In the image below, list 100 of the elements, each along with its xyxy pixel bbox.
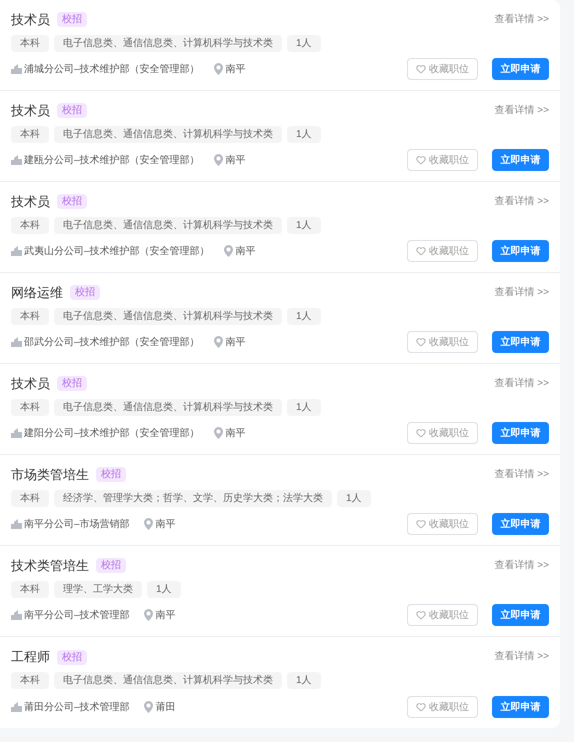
apply-button[interactable]: 立即申请 [492, 240, 549, 262]
requirement-tag: 1人 [287, 34, 321, 52]
view-details-link[interactable]: 查看详情 >> [494, 12, 549, 27]
building-icon [11, 337, 22, 348]
building-icon [11, 610, 22, 620]
requirement-tag: 本科 [11, 34, 49, 52]
department-text: 南平分公司–市场营销部 [24, 518, 130, 532]
building-icon [11, 702, 22, 712]
heart-icon [416, 337, 426, 347]
requirement-tag: 本科 [11, 126, 49, 143]
apply-button[interactable]: 立即申请 [492, 149, 549, 171]
requirement-tag: 电子信息类、通信信息类、计算机科学与技术类 [54, 216, 282, 234]
department-text: 邵武分公司–技术维护部（安全管理部） [24, 336, 200, 350]
favorite-button[interactable]: 收藏职位 [407, 58, 478, 80]
view-details-link[interactable]: 查看详情 >> [494, 194, 549, 209]
requirement-tag: 本科 [11, 398, 49, 416]
recruitment-tag: 校招 [96, 558, 126, 574]
location-pin-icon [214, 154, 223, 166]
location-text: 南平 [156, 518, 176, 532]
favorite-button[interactable]: 收藏职位 [407, 422, 478, 444]
favorite-button[interactable]: 收藏职位 [407, 513, 478, 535]
location-text: 南平 [236, 244, 256, 259]
job-title: 网络运维 [11, 284, 63, 302]
location-text: 南平 [156, 608, 176, 623]
heart-icon [416, 610, 426, 620]
requirement-tag: 本科 [11, 490, 49, 507]
recruitment-tag: 校招 [70, 285, 100, 300]
building-icon [11, 246, 22, 256]
location-pin-icon [144, 701, 153, 713]
building-icon [11, 519, 22, 530]
heart-icon [416, 519, 426, 529]
requirement-tag: 1人 [147, 580, 181, 598]
favorite-button[interactable]: 收藏职位 [407, 696, 478, 718]
heart-icon [416, 702, 426, 712]
requirement-tag: 本科 [11, 672, 49, 689]
apply-button[interactable]: 立即申请 [492, 58, 549, 80]
view-details-link[interactable]: 查看详情 >> [494, 376, 549, 391]
recruitment-tag: 校招 [57, 376, 87, 392]
location-text: 南平 [226, 154, 246, 168]
recruitment-tag: 校招 [57, 103, 87, 118]
location-pin-icon [224, 245, 233, 258]
requirement-tag: 电子信息类、通信信息类、计算机科学与技术类 [54, 34, 282, 52]
location-text: 南平 [226, 62, 246, 77]
job-title: 技术员 [11, 193, 50, 212]
location-pin-icon [214, 336, 223, 348]
apply-button[interactable]: 立即申请 [492, 331, 549, 353]
department-text: 建阳分公司–技术维护部（安全管理部） [24, 426, 200, 441]
apply-button[interactable]: 立即申请 [492, 604, 549, 626]
apply-button[interactable]: 立即申请 [492, 513, 549, 535]
requirement-tag: 1人 [287, 308, 321, 325]
favorite-button[interactable]: 收藏职位 [407, 331, 478, 353]
heart-icon [416, 64, 426, 74]
building-icon [11, 155, 22, 166]
department-text: 武夷山分公司–技术维护部（安全管理部） [24, 244, 210, 259]
heart-icon [416, 428, 426, 438]
requirement-tag: 电子信息类、通信信息类、计算机科学与技术类 [54, 126, 282, 143]
requirement-tag: 电子信息类、通信信息类、计算机科学与技术类 [54, 398, 282, 416]
job-title: 技术类管培生 [11, 557, 89, 576]
view-details-link[interactable]: 查看详情 >> [494, 467, 549, 482]
heart-icon [416, 155, 426, 165]
job-title: 技术员 [11, 375, 50, 394]
department-text: 浦城分公司–技术维护部（安全管理部） [24, 62, 200, 77]
recruitment-tag: 校招 [57, 12, 87, 28]
apply-button[interactable]: 立即申请 [492, 696, 549, 718]
location-pin-icon [144, 518, 153, 530]
requirement-tag: 经济学、管理学大类；哲学、文学、历史学大类；法学大类 [54, 490, 332, 507]
department-text: 建瓯分公司–技术维护部（安全管理部） [24, 154, 200, 168]
requirement-tag: 本科 [11, 580, 49, 598]
location-text: 南平 [226, 336, 246, 350]
requirement-tag: 电子信息类、通信信息类、计算机科学与技术类 [54, 672, 282, 689]
building-icon [11, 64, 22, 74]
requirement-tag: 理学、工学大类 [54, 580, 142, 598]
favorite-button[interactable]: 收藏职位 [407, 240, 478, 262]
heart-icon [416, 246, 426, 256]
favorite-button[interactable]: 收藏职位 [407, 149, 478, 171]
apply-button[interactable]: 立即申请 [492, 422, 549, 444]
job-title: 技术员 [11, 102, 50, 120]
department-text: 莆田分公司–技术管理部 [24, 700, 130, 714]
location-text: 南平 [226, 426, 246, 441]
requirement-tag: 1人 [287, 398, 321, 416]
view-details-link[interactable]: 查看详情 >> [494, 649, 549, 664]
job-title: 市场类管培生 [11, 466, 89, 484]
view-details-link[interactable]: 查看详情 >> [494, 558, 549, 573]
requirement-tag: 电子信息类、通信信息类、计算机科学与技术类 [54, 308, 282, 325]
requirement-tag: 1人 [287, 126, 321, 143]
job-title: 工程师 [11, 648, 50, 666]
location-text: 莆田 [156, 700, 176, 714]
requirement-tag: 1人 [287, 216, 321, 234]
view-details-link[interactable]: 查看详情 >> [494, 285, 549, 300]
favorite-button[interactable]: 收藏职位 [407, 604, 478, 626]
recruitment-tag: 校招 [57, 194, 87, 210]
recruitment-tag: 校招 [96, 467, 126, 482]
building-icon [11, 428, 22, 438]
view-details-link[interactable]: 查看详情 >> [494, 103, 549, 118]
department-text: 南平分公司–技术管理部 [24, 608, 130, 623]
location-pin-icon [214, 427, 223, 440]
job-title: 技术员 [11, 11, 50, 30]
requirement-tag: 1人 [337, 490, 371, 507]
requirement-tag: 本科 [11, 216, 49, 234]
requirement-tag: 1人 [287, 672, 321, 689]
